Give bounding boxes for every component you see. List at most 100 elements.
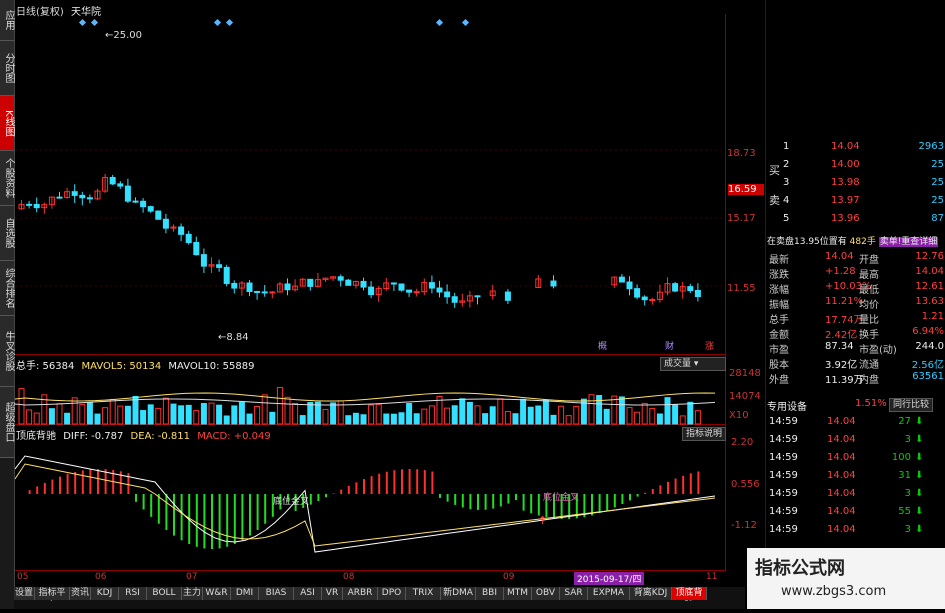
down-arrow-icon: ⬇	[915, 434, 924, 445]
volume-bar	[284, 396, 291, 425]
indicator-tab[interactable]: DPO	[378, 587, 406, 600]
volume-bar	[254, 405, 261, 425]
order-book-row[interactable]: 5 13.96 87	[767, 213, 945, 227]
sidebar-item-kline[interactable]: K线图	[0, 96, 14, 151]
indicator-tab[interactable]: EXPMA	[588, 587, 630, 600]
indicator-tab[interactable]: MTM	[504, 587, 532, 600]
volume-bar	[444, 407, 451, 425]
tick-time: 14:59	[769, 434, 798, 445]
tick-volume: 100	[891, 452, 911, 463]
indicator-tab[interactable]: RSI	[119, 587, 147, 600]
candle-body	[178, 226, 185, 235]
volume-bar	[618, 396, 625, 425]
sidebar-item-diagnosis[interactable]: 牛叉诊股	[0, 316, 14, 387]
volume-bar	[102, 407, 109, 425]
volume-tick: 28148	[729, 368, 761, 379]
quote-value: 17.74万	[825, 315, 864, 326]
x-axis-label: 07	[186, 572, 198, 582]
quote-value: 12.76	[915, 251, 944, 262]
volume-bar	[185, 404, 192, 425]
golden-cross-label: 底位金叉	[543, 491, 579, 503]
macd-tick: -1.12	[731, 520, 757, 531]
order-book-row[interactable]: 2 14.00 25	[767, 159, 945, 173]
volume-bar	[520, 398, 527, 425]
sidebar-item-ranking[interactable]: 综合排名	[0, 261, 14, 316]
quote-label: 最低	[859, 285, 879, 296]
indicator-tab[interactable]: BBI	[476, 587, 504, 600]
indicator-tab[interactable]: DMI	[231, 587, 259, 600]
candle-body	[71, 191, 78, 196]
down-arrow-icon: ⬇	[915, 524, 924, 535]
macd-diff-line	[15, 455, 716, 553]
tick-time: 14:59	[769, 470, 798, 481]
order-book-row[interactable]: 4 13.97 25	[767, 195, 945, 209]
indicator-tab[interactable]: TRIX	[406, 587, 441, 600]
sidebar-item-watchlist[interactable]: 自选股	[0, 206, 14, 261]
highlight-date: 2015-09-17/四	[574, 572, 645, 585]
sidebar-item-level2[interactable]: 超级盘口	[0, 387, 14, 458]
tick-price: 14.04	[827, 506, 856, 517]
event-mark: 涨	[705, 341, 714, 352]
quote-row: 股本 3.92亿 流通 2.56亿	[767, 356, 945, 371]
volume-bar	[269, 411, 276, 425]
quote-value: 2.56亿	[911, 360, 944, 371]
indicator-tab[interactable]: W&R	[203, 587, 231, 600]
indicator-tab[interactable]: ARBR	[343, 587, 378, 600]
tick-volume: 31	[898, 470, 911, 481]
quote-value: 2.42亿	[825, 330, 858, 341]
volume-bar	[459, 398, 466, 425]
sidebar-item-profile[interactable]: 个股资料	[0, 151, 14, 206]
indicator-tab[interactable]: OBV	[532, 587, 560, 600]
sidebar-item-timeshare[interactable]: 分时图	[0, 41, 14, 96]
up-arrow-icon: ↑	[538, 514, 547, 527]
volume-bar	[223, 415, 230, 425]
indicator-tab[interactable]: BOLL	[147, 587, 182, 600]
indicator-tab[interactable]: 新DMA	[441, 587, 476, 600]
signal-diamond	[78, 18, 87, 27]
sidebar-item-app[interactable]: 应用	[0, 0, 14, 41]
quote-label: 换手	[859, 330, 879, 341]
volume-bar	[558, 405, 565, 425]
candle-body	[618, 276, 625, 283]
volume-bar	[383, 413, 390, 425]
indicator-tab[interactable]: 顶底背驰	[672, 587, 707, 611]
candle-body	[436, 287, 443, 293]
indicator-tab[interactable]: BIAS	[259, 587, 294, 600]
indicator-tab[interactable]: 设置	[14, 587, 35, 600]
indicator-tab[interactable]: 主力	[182, 587, 203, 600]
sector-line: 专用设备 1.51% 同行比较	[767, 398, 945, 413]
volume-bar	[124, 405, 131, 425]
tick-volume: 55	[898, 506, 911, 517]
macd-tick: 2.20	[731, 437, 754, 448]
order-book-row[interactable]: 3 13.98 25	[767, 177, 945, 191]
indicator-tab[interactable]: VR	[322, 587, 343, 600]
indicator-tab[interactable]: ASI	[294, 587, 322, 600]
order-info-text: 在卖盘13.95位置有	[767, 237, 847, 247]
x-axis-label: 05	[17, 572, 29, 582]
sector-name[interactable]: 专用设备	[767, 402, 807, 413]
kline-chart[interactable]: ←25.00 ←8.84 概 财 涨底位金叉 底位金叉 ↑	[15, 14, 725, 570]
peer-compare-button[interactable]: 同行比较	[889, 398, 934, 412]
candle-body	[368, 286, 375, 296]
x-axis-label: 11	[706, 572, 718, 582]
indicator-tab[interactable]: KDJ	[91, 587, 119, 600]
order-book-row[interactable]: 1 14.04 2963	[767, 141, 945, 155]
order-info-link[interactable]: 卖单!重查详细	[878, 237, 939, 247]
volume-bar	[596, 395, 603, 425]
indicator-tab[interactable]: 资讯	[70, 587, 91, 600]
indicator-tab[interactable]: 指标平台	[35, 587, 70, 611]
indicator-help-button[interactable]: 指标说明	[682, 427, 727, 441]
volume-bar	[170, 403, 177, 425]
candle-body	[398, 283, 405, 291]
volume-bar	[527, 406, 534, 425]
watermark-logo: 指标公式网 www.zbgs3.com	[747, 548, 945, 609]
volume-bar	[512, 413, 519, 425]
quote-row: 最新 14.04 开盘 12.76	[767, 251, 945, 266]
indicator-tab[interactable]: 背离KDJ	[630, 587, 672, 600]
volume-indicator-button[interactable]: 成交量 ▾	[660, 357, 726, 371]
volume-bar	[489, 406, 496, 425]
candle-body	[79, 194, 86, 199]
indicator-tab[interactable]: SAR	[560, 587, 588, 600]
volume-bar	[573, 406, 580, 425]
candle-body	[360, 280, 367, 288]
